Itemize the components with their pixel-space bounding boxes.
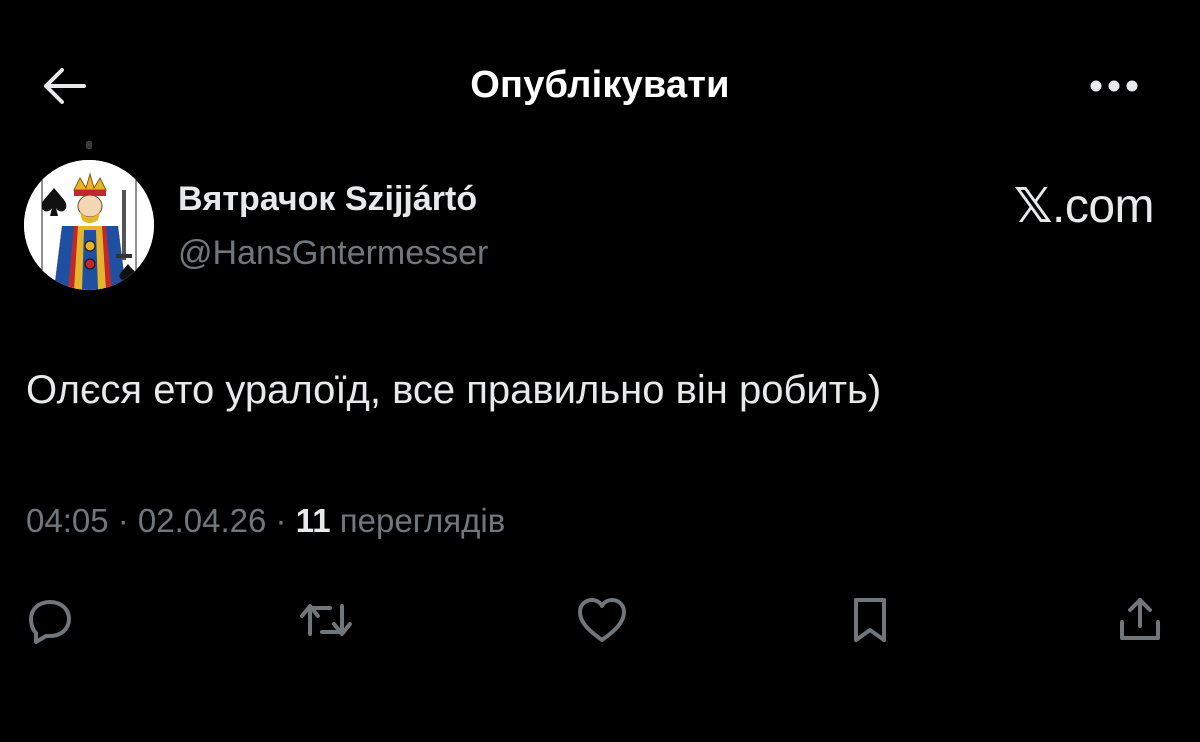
like-button[interactable] [570,588,634,652]
meta-separator: · [266,502,296,539]
brand-domain: .com [1051,180,1155,233]
avatar[interactable] [24,160,154,290]
more-options-button[interactable] [1082,62,1146,110]
post-time[interactable]: 04:05 [26,502,109,539]
post-meta: 04:05 · 02.04.26 · 11 переглядів [26,502,505,540]
meta-separator: · [108,502,138,539]
repost-button[interactable] [294,588,358,652]
bookmark-button[interactable] [838,588,902,652]
x-logo: 𝕏 [1013,178,1053,234]
views-label[interactable]: переглядів [331,502,506,539]
page-title: Опублікувати [470,64,730,106]
top-bar: Опублікувати [0,0,1200,150]
views-count[interactable]: 11 [296,502,331,539]
bookmark-icon [854,598,886,642]
x-com-watermark: 𝕏.com [1013,178,1155,234]
reply-button[interactable] [18,588,82,652]
author-handle[interactable]: @HansGntermesser [178,234,488,273]
share-icon [1120,598,1160,640]
repost-icon [300,604,352,636]
more-horizontal-icon [1090,80,1138,92]
action-bar [0,588,1200,652]
post-date[interactable]: 02.04.26 [138,502,266,539]
author-display-name[interactable]: Вятрачок Szijjártó [178,180,477,219]
share-button[interactable] [1108,588,1172,652]
thread-connector [86,141,92,149]
reply-icon [29,600,71,644]
king-of-spades-card-avatar [24,160,154,290]
heart-icon [578,598,626,642]
post-text: Олєся ето уралоїд, все правильно він роб… [26,368,882,412]
